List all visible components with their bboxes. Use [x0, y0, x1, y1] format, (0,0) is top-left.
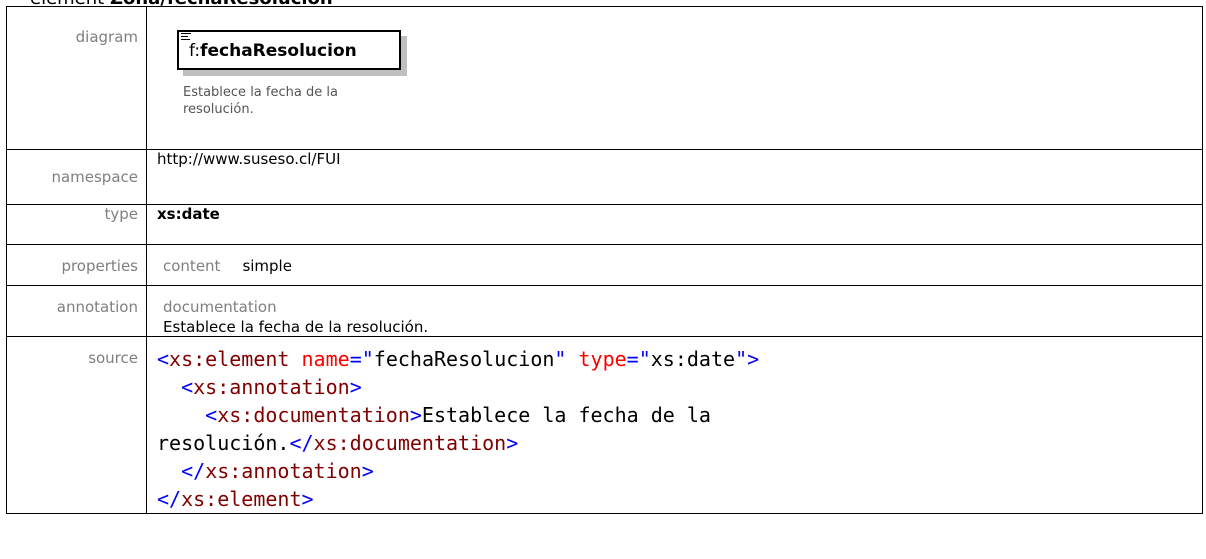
namespace-label: namespace — [6, 149, 147, 205]
xml-value: xs:date — [650, 347, 736, 371]
property-key: content — [163, 257, 221, 275]
property-content: content simple — [147, 245, 1202, 275]
xml-text: resolución. — [157, 431, 290, 455]
diagram-name: fechaResolucion — [200, 41, 357, 61]
xml-punct: </ — [289, 431, 314, 455]
annotation-cell: documentation Establece la fecha de la r… — [146, 285, 1203, 337]
xml-value: fechaResolucion — [373, 347, 555, 371]
xml-punct: </ — [157, 487, 182, 511]
element-diagram: f:fechaResolucion Establece la fecha de … — [147, 7, 1202, 149]
type-value[interactable]: xs:date — [146, 204, 1203, 245]
diagram-label: diagram — [6, 6, 147, 150]
xml-punct: =" — [626, 347, 651, 371]
xml-punct: " — [554, 347, 567, 371]
xml-punct: > — [506, 431, 519, 455]
xml-punct: </ — [181, 459, 206, 483]
diagram-description: Establece la fecha de la resolución. — [183, 85, 338, 117]
xml-punct: =" — [349, 347, 374, 371]
namespace-row: namespace http://www.suseso.cl/FUI — [6, 149, 1203, 205]
properties-label: properties — [6, 244, 147, 286]
xml-punct: > — [349, 375, 362, 399]
diagram-element-box[interactable]: f:fechaResolucion — [177, 30, 401, 70]
type-row: type xs:date — [6, 204, 1203, 245]
xml-attr: type — [566, 347, 627, 371]
source-label: source — [6, 336, 147, 514]
xml-punct: > — [301, 487, 314, 511]
element-doc-table: diagram f:fechaResolucion Establece la f… — [6, 6, 1203, 514]
source-row: source <xs:element name="fechaResolucion… — [6, 336, 1203, 514]
annotation-text: Establece la fecha de la resolución. — [163, 318, 429, 336]
diagram-prefix: f: — [189, 41, 201, 61]
properties-row: properties content simple — [6, 244, 1203, 286]
xml-attr: name — [289, 347, 350, 371]
xml-text: Establece la fecha de la — [421, 403, 711, 427]
xml-tag: xs:element — [181, 487, 302, 511]
xml-source-code: <xs:element name="fechaResolucion" type=… — [157, 337, 1202, 513]
namespace-value: http://www.suseso.cl/FUI — [146, 149, 1203, 205]
xml-tag: xs:annotation — [193, 375, 350, 399]
property-value: simple — [242, 257, 292, 275]
source-cell: <xs:element name="fechaResolucion" type=… — [146, 336, 1203, 514]
diagram-cell: f:fechaResolucion Establece la fecha de … — [146, 6, 1203, 150]
xml-punct: > — [409, 403, 422, 427]
xml-tag: xs:documentation — [313, 431, 507, 455]
diagram-row: diagram f:fechaResolucion Establece la f… — [6, 6, 1203, 150]
xml-punct: < — [157, 347, 170, 371]
type-label: type — [6, 204, 147, 245]
xml-punct: > — [361, 459, 374, 483]
properties-cell: content simple — [146, 244, 1203, 286]
diagram-element-name: f:fechaResolucion — [189, 41, 357, 61]
xml-punct: < — [181, 375, 194, 399]
xml-tag: xs:documentation — [217, 403, 410, 427]
xml-tag: xs:element — [169, 347, 290, 371]
xml-punct: "> — [735, 347, 760, 371]
annotation-label: annotation — [6, 285, 147, 337]
annotation-row: annotation documentation Establece la fe… — [6, 285, 1203, 337]
xml-punct: < — [205, 403, 218, 427]
annotation-key: documentation — [163, 298, 277, 316]
xml-tag: xs:annotation — [205, 459, 362, 483]
